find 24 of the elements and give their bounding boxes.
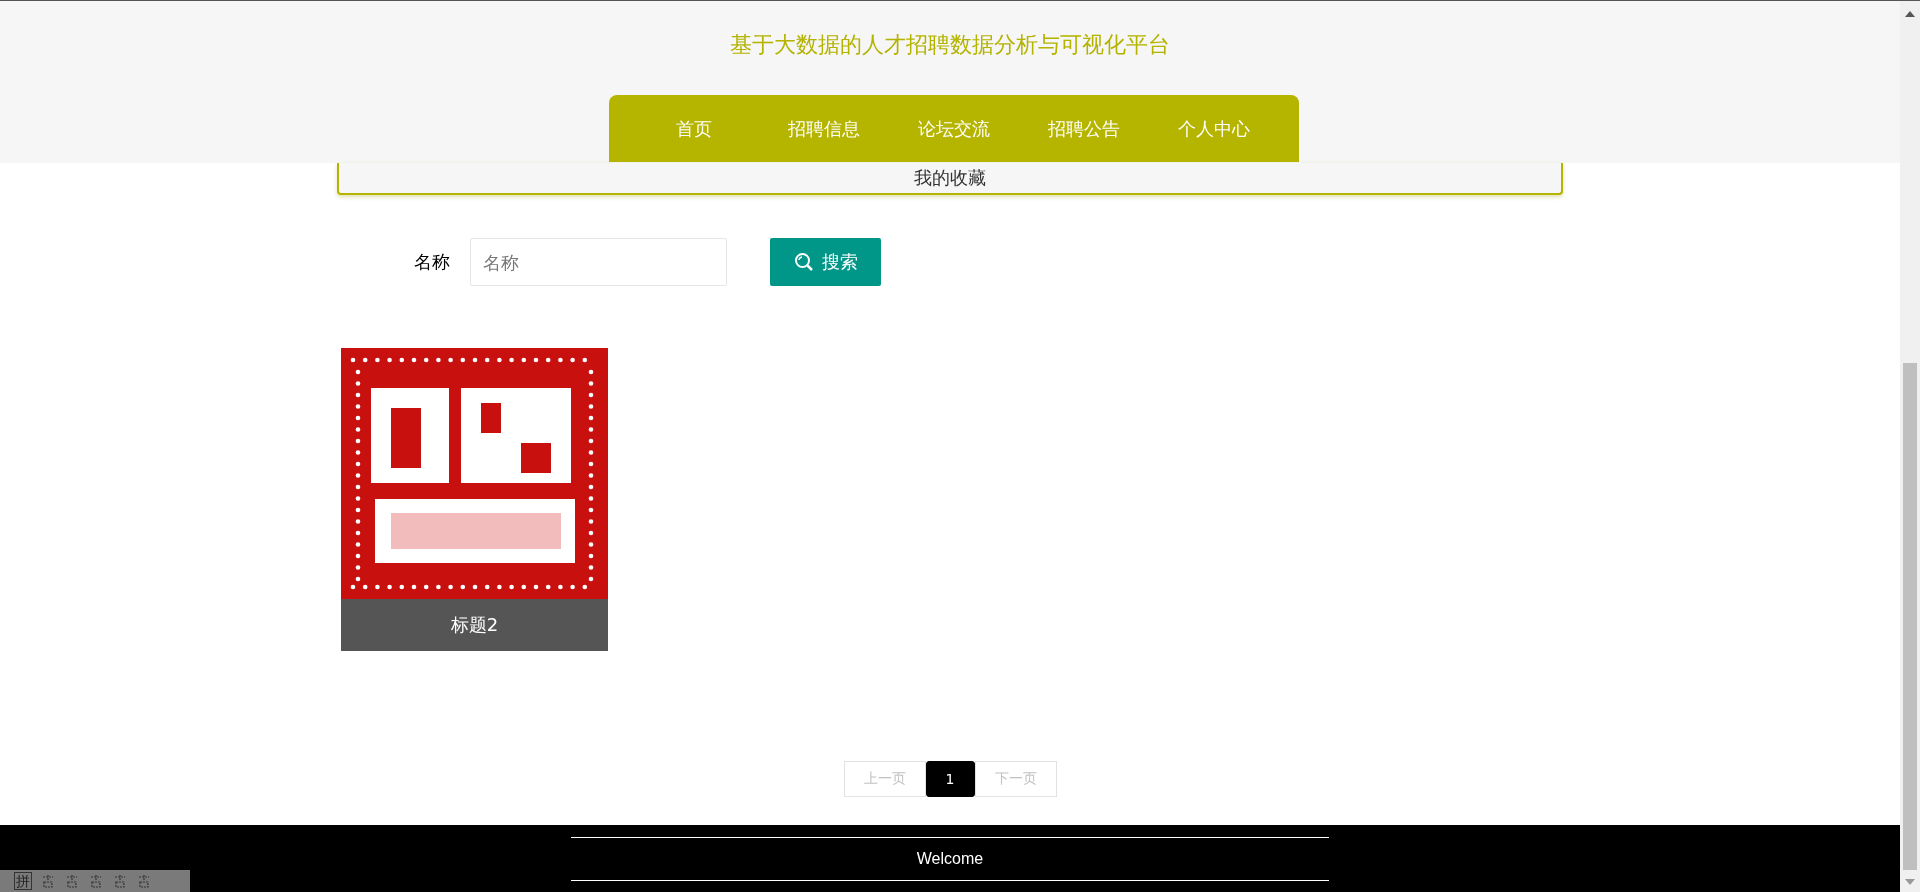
ime-tool-icon[interactable]: [112, 873, 128, 889]
scroll-thumb[interactable]: [1903, 363, 1917, 870]
page-button[interactable]: 1: [925, 761, 975, 797]
nav-link[interactable]: 招聘信息: [759, 95, 889, 162]
search-icon: [793, 252, 814, 272]
card-title[interactable]: 标题2: [341, 599, 608, 651]
scrollbar[interactable]: [1900, 1, 1920, 892]
name-field[interactable]: 名称: [470, 238, 727, 286]
scroll-up-icon[interactable]: [1905, 11, 1915, 17]
nav-link[interactable]: 招聘公告: [1019, 95, 1149, 162]
ime-tool-icon[interactable]: [136, 873, 152, 889]
ime-tool-icon[interactable]: [40, 873, 56, 889]
ime-tool-icon[interactable]: [64, 873, 80, 889]
field-label: 名称: [414, 250, 450, 274]
nav-link[interactable]: 论坛交流: [889, 95, 1019, 162]
footer-text: Welcome: [916, 850, 984, 868]
scroll-down-icon[interactable]: [1905, 879, 1915, 885]
nav-link[interactable]: 首页: [629, 95, 759, 162]
section-title: 我的收藏: [914, 166, 986, 190]
ime-mode-button[interactable]: 拼: [14, 872, 32, 890]
nav-link[interactable]: 个人中心: [1149, 95, 1279, 162]
search-button[interactable]: 搜索: [770, 238, 881, 286]
site-title: 基于大数据的人才招聘数据分析与可视化平台: [730, 31, 1170, 59]
ime-tool-icon[interactable]: [88, 873, 104, 889]
